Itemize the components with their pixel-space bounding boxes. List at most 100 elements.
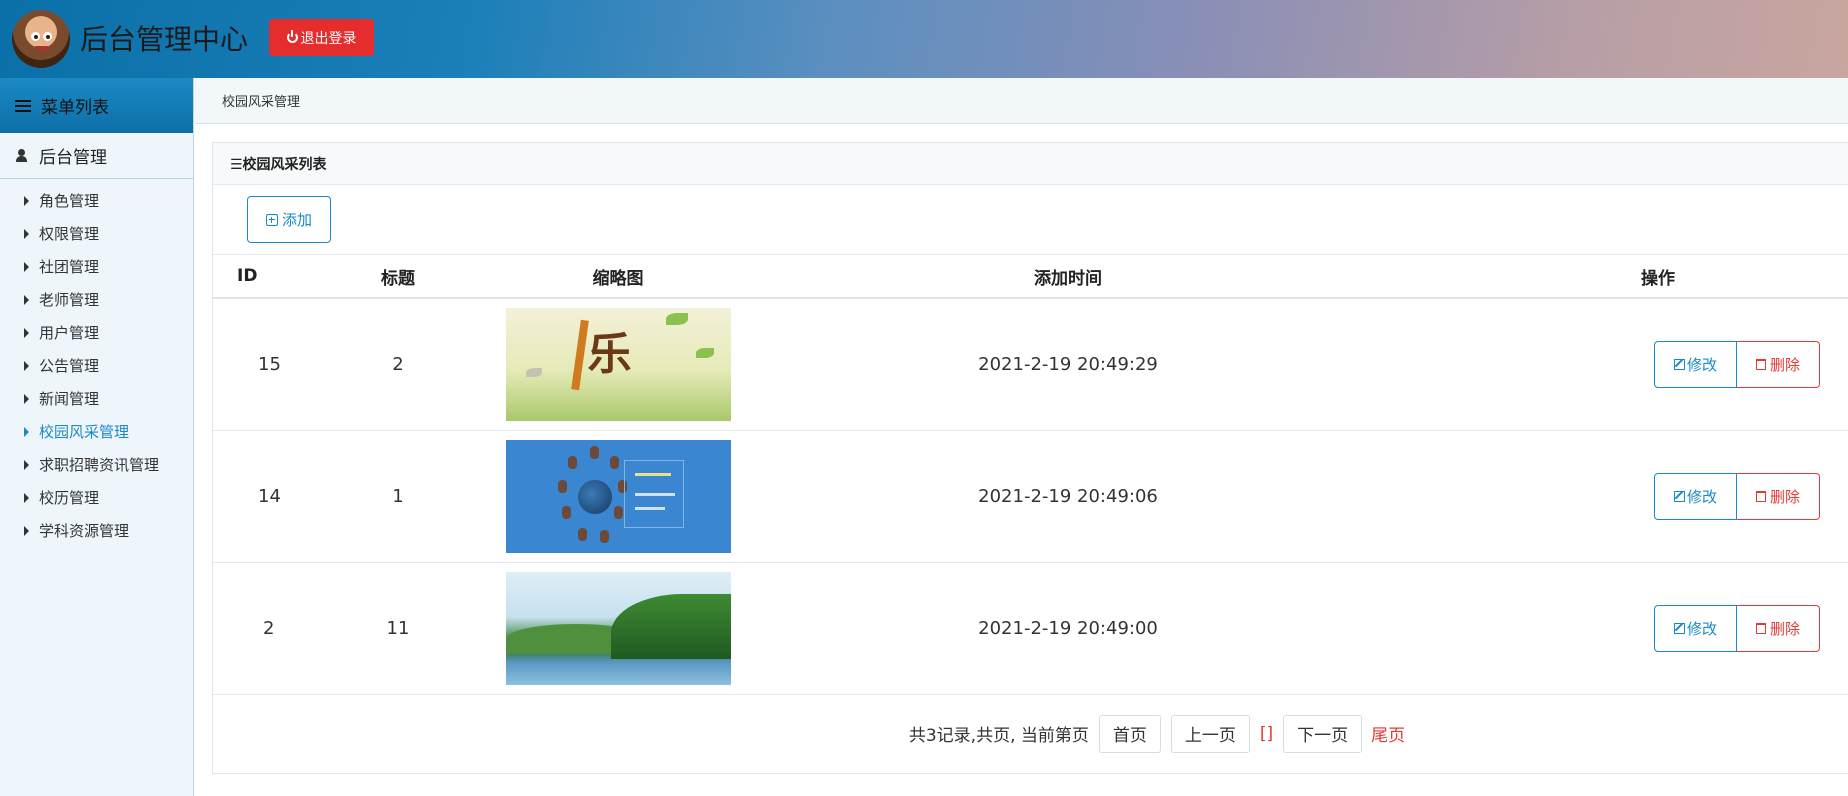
sidebar-item-5[interactable]: 用户管理 xyxy=(0,316,193,349)
col-header-thumbnail: 缩略图 xyxy=(493,255,743,299)
sidebar-item-label: 老师管理 xyxy=(39,291,100,309)
sidebar-item-11[interactable]: 学科资源管理 xyxy=(0,514,193,547)
sidebar-item-4[interactable]: 老师管理 xyxy=(0,283,193,316)
caret-right-icon xyxy=(24,327,29,338)
caret-right-icon xyxy=(24,228,29,239)
delete-button[interactable]: 删除 xyxy=(1737,340,1820,388)
edit-button[interactable]: 修改 xyxy=(1654,472,1737,520)
sidebar-item-label: 新闻管理 xyxy=(39,390,100,408)
app-title: 后台管理中心 xyxy=(80,23,249,56)
caret-right-icon xyxy=(24,492,29,503)
next-page-button[interactable]: 下一页 xyxy=(1283,714,1363,753)
caret-right-icon xyxy=(24,393,29,404)
panel-title: ☰校园风采列表 xyxy=(213,143,1848,185)
plus-square-icon xyxy=(265,213,278,226)
sidebar-item-label: 角色管理 xyxy=(39,192,100,210)
sidebar-item-label: 校历管理 xyxy=(39,489,100,507)
delete-label: 删除 xyxy=(1769,356,1800,374)
thumbnail-image xyxy=(505,571,731,685)
logout-label: 退出登录 xyxy=(300,29,357,46)
sidebar-menu-header: 菜单列表 xyxy=(0,78,193,133)
cell-time: 2021-2-19 20:49:00 xyxy=(743,562,1393,695)
caret-right-icon xyxy=(24,459,29,470)
edit-icon xyxy=(1673,490,1685,502)
caret-right-icon xyxy=(24,360,29,371)
caret-right-icon xyxy=(24,525,29,536)
trash-icon xyxy=(1755,358,1766,370)
cell-title: 2 xyxy=(303,298,493,431)
sidebar-item-label: 公告管理 xyxy=(39,357,100,375)
prev-page-button[interactable]: 上一页 xyxy=(1170,714,1250,753)
sidebar-item-8[interactable]: 校园风采管理 xyxy=(0,415,193,448)
logout-button[interactable]: 退出登录 xyxy=(269,19,374,56)
edit-icon xyxy=(1673,358,1685,370)
sidebar-item-3[interactable]: 社团管理 xyxy=(0,250,193,283)
cell-title: 11 xyxy=(303,562,493,695)
cell-title: 1 xyxy=(303,430,493,563)
delete-button[interactable]: 删除 xyxy=(1737,472,1820,520)
edit-label: 修改 xyxy=(1686,620,1717,638)
row-actions: 修改 删除 xyxy=(1654,340,1820,388)
last-page-link[interactable]: 尾页 xyxy=(1371,721,1405,746)
table-row: 15 2 乐 2021-2-19 20:49:29 修改 删除 xyxy=(213,298,1848,431)
sidebar: 菜单列表 后台管理 角色管理权限管理社团管理老师管理用户管理公告管理新闻管理校园… xyxy=(0,78,194,796)
sidebar-item-10[interactable]: 校历管理 xyxy=(0,481,193,514)
pagination-summary: 共3记录,共页, 当前第页 xyxy=(908,726,1089,746)
add-button[interactable]: 添加 xyxy=(247,196,331,243)
sidebar-item-label: 学科资源管理 xyxy=(39,522,130,540)
sidebar-items: 角色管理权限管理社团管理老师管理用户管理公告管理新闻管理校园风采管理求职招聘资讯… xyxy=(0,179,193,547)
caret-right-icon xyxy=(24,294,29,305)
sidebar-item-9[interactable]: 求职招聘资讯管理 xyxy=(0,448,193,481)
sidebar-item-label: 用户管理 xyxy=(39,324,100,342)
list-icon xyxy=(15,99,31,112)
edit-label: 修改 xyxy=(1686,488,1717,506)
table-header-row: ID 标题 缩略图 添加时间 操作 xyxy=(213,255,1848,299)
thumbnail-image: 乐 xyxy=(505,307,731,421)
content-panel: ☰校园风采列表 添加 ID 标题 缩略图 添加时间 操作 15 2 乐 2021… xyxy=(212,142,1848,774)
app-header: 后台管理中心 退出登录 xyxy=(0,0,1848,78)
row-actions: 修改 删除 xyxy=(1654,604,1820,652)
power-icon xyxy=(286,30,298,43)
sidebar-item-7[interactable]: 新闻管理 xyxy=(0,382,193,415)
col-header-actions: 操作 xyxy=(1393,255,1848,299)
current-page: [] xyxy=(1259,723,1274,744)
thumbnail-image xyxy=(505,439,731,553)
toolbar: 添加 xyxy=(213,185,1848,255)
sidebar-item-6[interactable]: 公告管理 xyxy=(0,349,193,382)
edit-icon xyxy=(1673,622,1685,634)
cell-id: 15 xyxy=(213,298,303,431)
delete-button[interactable]: 删除 xyxy=(1737,604,1820,652)
caret-right-icon xyxy=(24,195,29,206)
row-actions: 修改 删除 xyxy=(1654,472,1820,520)
trash-icon xyxy=(1755,622,1766,634)
cell-time: 2021-2-19 20:49:06 xyxy=(743,430,1393,563)
sidebar-item-2[interactable]: 权限管理 xyxy=(0,217,193,250)
add-label: 添加 xyxy=(281,212,312,229)
table-row: 2 11 2021-2-19 20:49:00 修改 删除 xyxy=(213,562,1848,695)
breadcrumb: 校园风采管理 xyxy=(195,78,1848,124)
user-icon xyxy=(16,149,27,162)
avatar xyxy=(12,10,70,68)
breadcrumb-current: 校园风采管理 xyxy=(222,95,301,110)
cell-id: 2 xyxy=(213,562,303,695)
col-header-id: ID xyxy=(213,255,303,299)
first-page-button[interactable]: 首页 xyxy=(1098,714,1161,753)
group-title: 后台管理 xyxy=(39,148,107,168)
sidebar-item-label: 求职招聘资讯管理 xyxy=(39,456,160,474)
col-header-time: 添加时间 xyxy=(743,255,1393,299)
menu-title: 菜单列表 xyxy=(41,98,109,118)
sidebar-item-label: 校园风采管理 xyxy=(39,423,130,441)
pagination: 共3记录,共页, 当前第页 首页 上一页 [] 下一页 尾页 xyxy=(213,695,1848,773)
edit-button[interactable]: 修改 xyxy=(1654,340,1737,388)
sidebar-item-1[interactable]: 角色管理 xyxy=(0,184,193,217)
sidebar-item-label: 社团管理 xyxy=(39,258,100,276)
caret-right-icon xyxy=(24,261,29,272)
cell-time: 2021-2-19 20:49:29 xyxy=(743,298,1393,431)
cell-id: 14 xyxy=(213,430,303,563)
delete-label: 删除 xyxy=(1769,620,1800,638)
edit-button[interactable]: 修改 xyxy=(1654,604,1737,652)
col-header-title: 标题 xyxy=(303,255,493,299)
table-row: 14 1 2021-2-19 20:49:06 修改 删除 xyxy=(213,430,1848,563)
edit-label: 修改 xyxy=(1686,356,1717,374)
sidebar-group-admin[interactable]: 后台管理 xyxy=(0,133,193,179)
